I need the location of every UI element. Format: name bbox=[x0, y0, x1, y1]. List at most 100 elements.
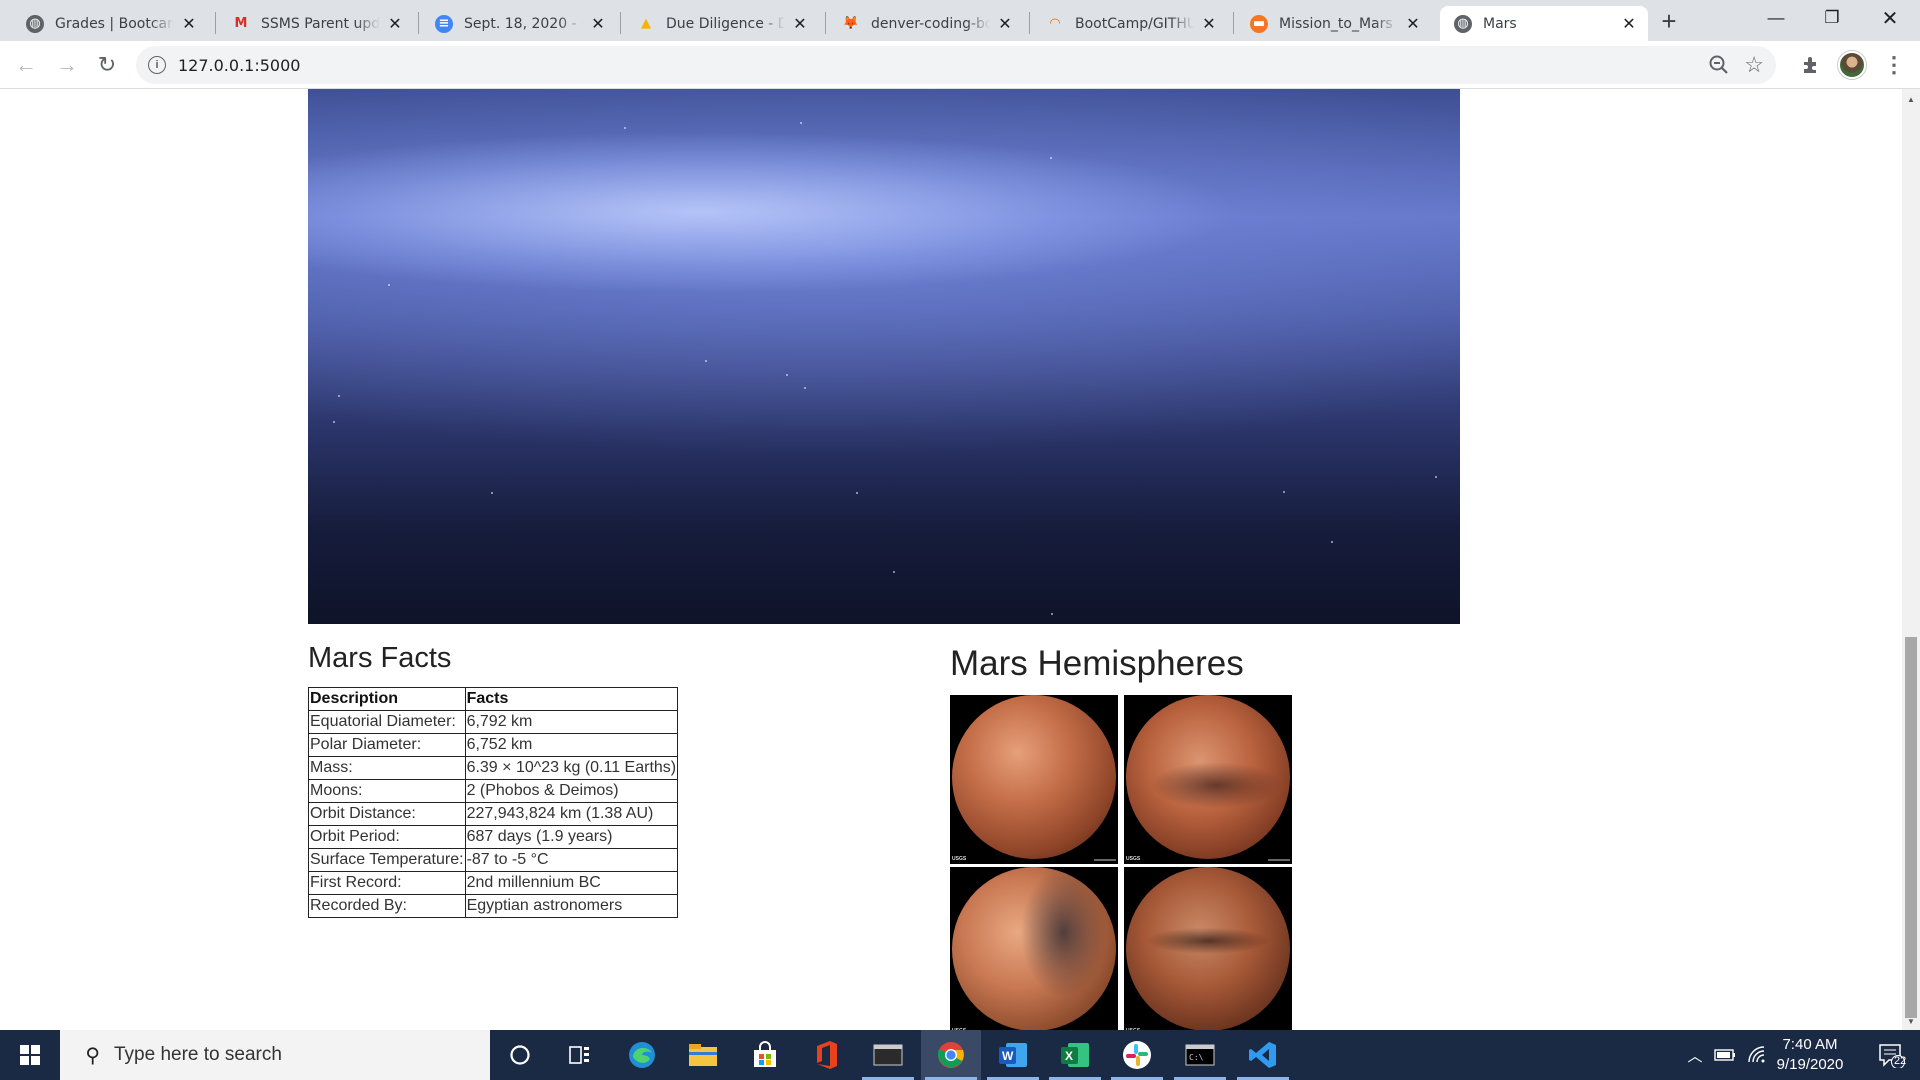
minimize-button[interactable]: — bbox=[1748, 0, 1804, 36]
show-hidden-icons-chevron-icon[interactable]: ︿ bbox=[1683, 1030, 1707, 1080]
vscode-icon[interactable] bbox=[1233, 1030, 1293, 1080]
menu-icon[interactable]: ⋮ bbox=[1880, 51, 1908, 79]
tab-title: Grades | Bootcamp bbox=[55, 15, 174, 32]
address-bar[interactable]: i 127.0.0.1:5000 ☆ bbox=[136, 46, 1776, 84]
tab-separator bbox=[1029, 12, 1030, 34]
browser-tab[interactable]: ◍ Grades | Bootcamp ✕ bbox=[12, 6, 208, 41]
table-row: Orbit Distance: 227,943,824 km (1.38 AU) bbox=[308, 802, 679, 826]
star-speck bbox=[1050, 157, 1052, 160]
star-speck bbox=[800, 122, 802, 125]
star-speck bbox=[1331, 541, 1333, 544]
windows-taskbar: ⚲ Type here to search W X C:\ ︿ 7:40 AM … bbox=[0, 1030, 1920, 1080]
browser-tab[interactable]: ▬ Mission_to_Mars - ✕ bbox=[1236, 6, 1432, 41]
table-row: Polar Diameter: 6,752 km bbox=[308, 733, 679, 757]
fact-value-cell: Egyptian astronomers bbox=[464, 894, 679, 918]
svg-text:C:\: C:\ bbox=[1189, 1053, 1204, 1062]
scrollbar-thumb[interactable] bbox=[1905, 637, 1917, 1018]
tab-close-icon[interactable]: ✕ bbox=[589, 14, 607, 33]
task-view-button[interactable] bbox=[550, 1030, 610, 1080]
search-icon: ⚲ bbox=[85, 1044, 100, 1067]
hemispheres-grid: USGSUSGSUSGSUSGS bbox=[950, 695, 1292, 1030]
chrome-icon[interactable] bbox=[921, 1030, 981, 1080]
reload-button[interactable]: ↻ bbox=[91, 49, 123, 81]
browser-tab[interactable]: M SSMS Parent update ✕ bbox=[218, 6, 414, 41]
star-speck bbox=[333, 420, 335, 423]
tab-title: SSMS Parent update bbox=[261, 15, 380, 32]
terminal-window-icon[interactable] bbox=[858, 1030, 918, 1080]
star-speck bbox=[705, 359, 707, 362]
image-caption-strip bbox=[1094, 859, 1116, 861]
edge-icon[interactable] bbox=[612, 1030, 672, 1080]
hemisphere-image-syrtis-major: USGS bbox=[950, 867, 1118, 1030]
table-header-description: Description bbox=[308, 687, 466, 711]
store-icon[interactable] bbox=[735, 1030, 795, 1080]
url-text[interactable]: 127.0.0.1:5000 bbox=[178, 56, 300, 75]
start-button[interactable] bbox=[0, 1030, 60, 1080]
new-tab-button[interactable]: + bbox=[1655, 6, 1683, 36]
table-row: Moons: 2 (Phobos & Deimos) bbox=[308, 779, 679, 803]
image-caption-strip bbox=[1268, 859, 1290, 861]
battery-icon[interactable] bbox=[1712, 1030, 1738, 1080]
browser-tab[interactable]: ◠ BootCamp/GITHUB ✕ bbox=[1032, 6, 1228, 41]
action-center-button[interactable]: 22 bbox=[1866, 1030, 1916, 1080]
globe-icon: ◍ bbox=[26, 14, 44, 33]
tab-close-icon[interactable]: ✕ bbox=[180, 14, 198, 33]
taskbar-search-box[interactable]: ⚲ Type here to search bbox=[60, 1030, 490, 1080]
star-speck bbox=[1435, 475, 1437, 478]
browser-toolbar: ← → ↻ i 127.0.0.1:5000 ☆ ⋮ bbox=[0, 41, 1920, 89]
tab-separator bbox=[620, 12, 621, 34]
tab-title: Sept. 18, 2020 - Google Docs bbox=[464, 15, 583, 32]
taskbar-search-placeholder: Type here to search bbox=[114, 1044, 282, 1065]
fact-value-cell: 6.39 × 10^23 kg (0.11 Earths) bbox=[464, 756, 679, 780]
zoom-icon[interactable] bbox=[1708, 54, 1730, 81]
table-header-facts: Facts bbox=[464, 687, 679, 711]
browser-tab[interactable]: 🦊 denver-coding-bootcamp ✕ bbox=[828, 6, 1024, 41]
system-clock[interactable]: 7:40 AM 9/19/2020 bbox=[1760, 1035, 1860, 1075]
scroll-down-arrow-icon[interactable]: ▼ bbox=[1906, 1017, 1916, 1026]
tab-title: Mission_to_Mars - bbox=[1279, 15, 1398, 32]
back-button[interactable]: ← bbox=[10, 49, 42, 81]
browser-tab[interactable]: ▲ Due Diligence - Drive ✕ bbox=[623, 6, 819, 41]
fact-value-cell: 687 days (1.9 years) bbox=[464, 825, 679, 849]
close-window-button[interactable]: ✕ bbox=[1862, 0, 1918, 36]
slack-icon[interactable] bbox=[1107, 1030, 1167, 1080]
mars-planet-disc bbox=[1126, 695, 1290, 859]
site-info-icon[interactable]: i bbox=[148, 56, 166, 74]
fact-description-cell: Polar Diameter: bbox=[308, 733, 466, 757]
fact-description-cell: Surface Temperature: bbox=[308, 848, 466, 872]
tab-close-icon[interactable]: ✕ bbox=[996, 14, 1014, 33]
file-explorer-icon[interactable] bbox=[673, 1030, 733, 1080]
clock-date: 9/19/2020 bbox=[1776, 1056, 1844, 1073]
tab-separator bbox=[215, 12, 216, 34]
tab-separator bbox=[825, 12, 826, 34]
tab-close-icon[interactable]: ✕ bbox=[1404, 14, 1422, 33]
mars-hemispheres-heading: Mars Hemispheres bbox=[950, 644, 1244, 683]
restore-button[interactable]: ❐ bbox=[1804, 0, 1860, 36]
page-scrollbar[interactable]: ▲ ▼ bbox=[1902, 89, 1920, 1030]
browser-tab[interactable]: ≡ Sept. 18, 2020 - Google Docs ✕ bbox=[421, 6, 617, 41]
fact-description-cell: Orbit Distance: bbox=[308, 802, 466, 826]
tab-close-icon[interactable]: ✕ bbox=[791, 14, 809, 33]
fact-value-cell: 6,752 km bbox=[464, 733, 679, 757]
fact-value-cell: -87 to -5 °C bbox=[464, 848, 679, 872]
loading-icon: ◠ bbox=[1050, 16, 1060, 31]
tab-close-icon[interactable]: ✕ bbox=[386, 14, 404, 33]
drive-icon: ▲ bbox=[641, 16, 651, 31]
command-prompt-icon[interactable]: C:\ bbox=[1170, 1030, 1230, 1080]
cortana-button[interactable] bbox=[490, 1030, 550, 1080]
bookmark-star-icon[interactable]: ☆ bbox=[1744, 52, 1764, 78]
tab-close-icon[interactable]: ✕ bbox=[1620, 14, 1638, 33]
scroll-up-arrow-icon[interactable]: ▲ bbox=[1906, 95, 1916, 104]
extensions-icon[interactable] bbox=[1797, 51, 1825, 79]
globe-icon: ◍ bbox=[1454, 14, 1472, 33]
word-icon[interactable]: W bbox=[983, 1030, 1043, 1080]
office-icon[interactable] bbox=[797, 1030, 857, 1080]
excel-icon[interactable]: X bbox=[1045, 1030, 1105, 1080]
tab-close-icon[interactable]: ✕ bbox=[1200, 14, 1218, 33]
tab-title: Mars bbox=[1483, 15, 1517, 32]
star-speck bbox=[856, 491, 858, 494]
table-header-row: Description Facts bbox=[308, 687, 679, 711]
browser-tab[interactable]: ◍ Mars ✕ bbox=[1440, 6, 1648, 41]
profile-avatar[interactable] bbox=[1838, 51, 1866, 79]
forward-button[interactable]: → bbox=[51, 49, 83, 81]
